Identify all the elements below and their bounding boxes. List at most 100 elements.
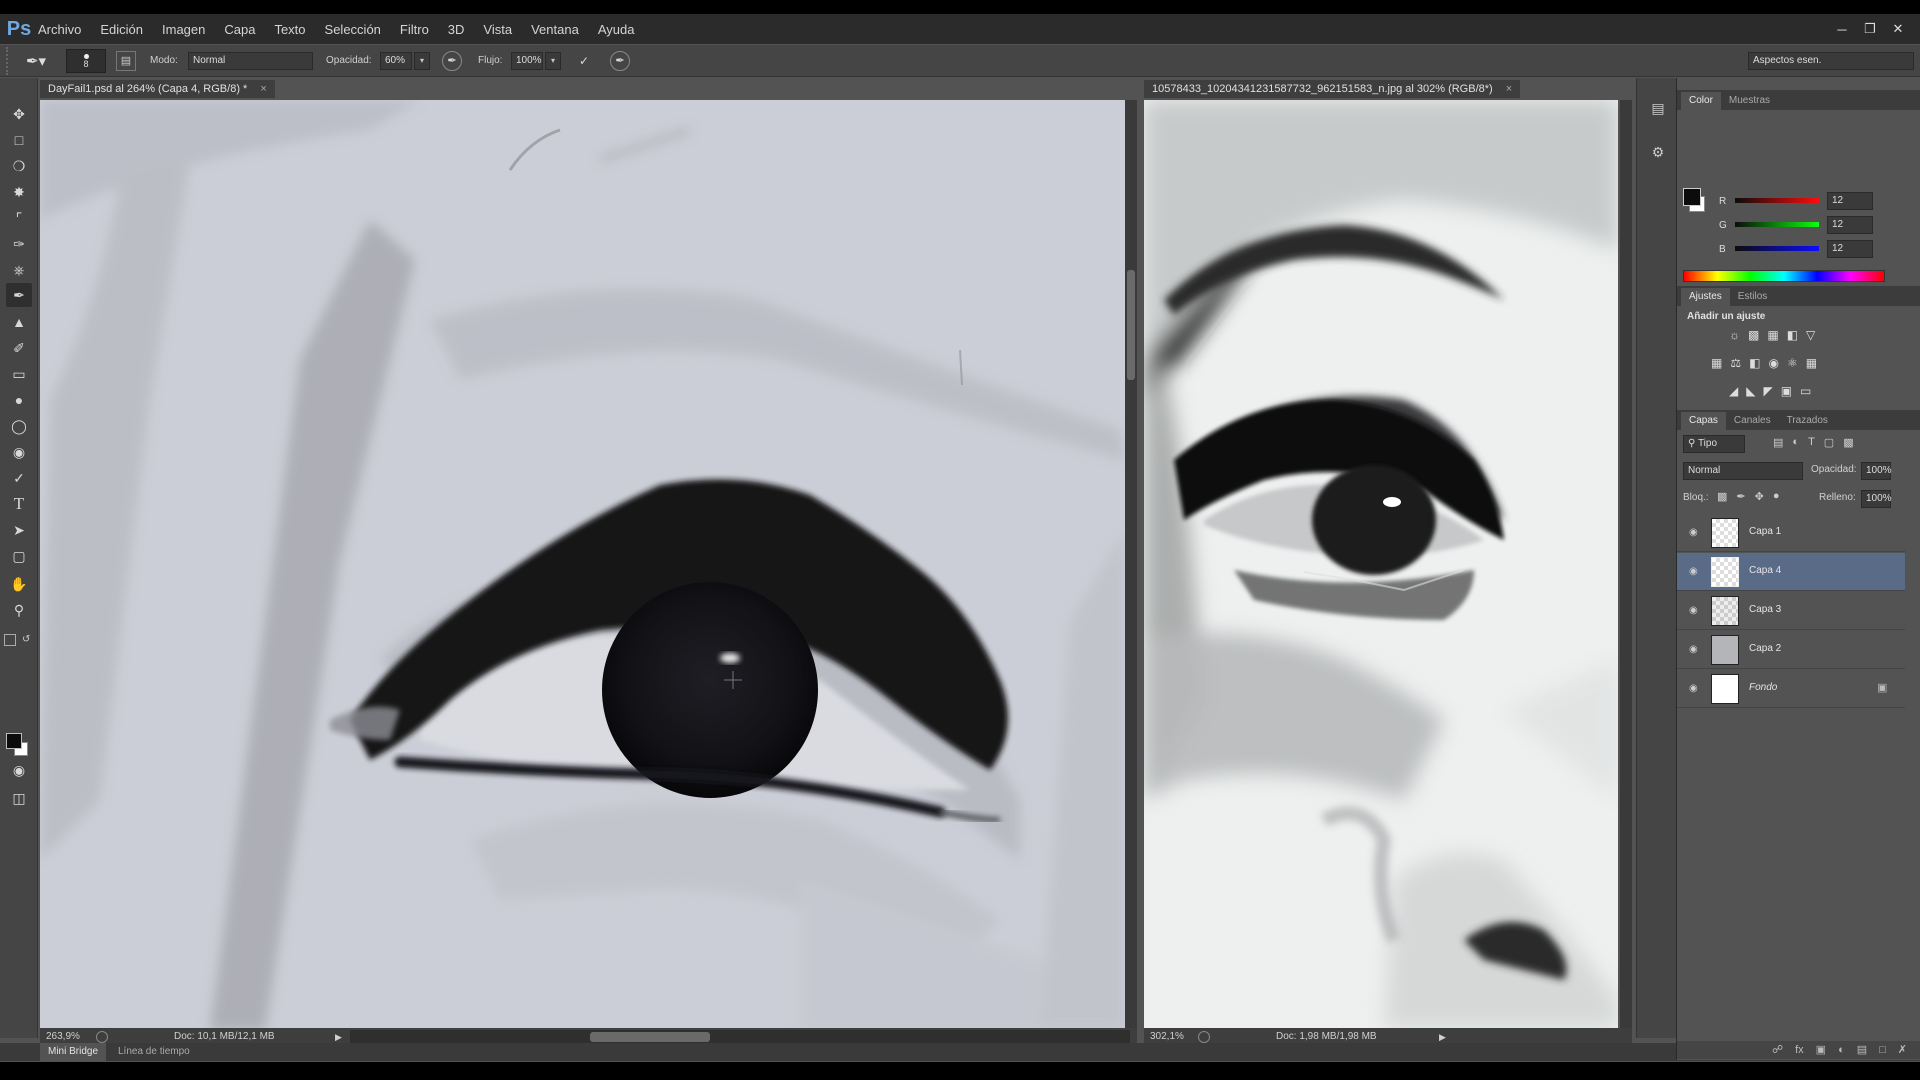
curves-icon[interactable]: ▦: [1767, 328, 1778, 342]
flow-input[interactable]: 100%: [511, 52, 543, 70]
foreground-color-swatch[interactable]: [6, 733, 22, 749]
color-spectrum-bar[interactable]: [1683, 270, 1885, 282]
new-adjustment-icon[interactable]: ◐: [1838, 1041, 1845, 1059]
channel-r-input[interactable]: 12: [1827, 192, 1873, 210]
tab-paths[interactable]: Trazados: [1779, 412, 1836, 430]
tab-adjustments[interactable]: Ajustes: [1681, 288, 1730, 306]
layer-row[interactable]: ◉ Fondo ▣: [1677, 670, 1905, 708]
new-group-icon[interactable]: ▤: [1857, 1041, 1867, 1059]
hue-saturation-icon[interactable]: ▦: [1711, 356, 1722, 370]
left-vertical-scrollbar[interactable]: [1125, 100, 1137, 1028]
lock-pixels-icon[interactable]: ✒: [1736, 490, 1745, 503]
channel-b-slider[interactable]: [1735, 246, 1819, 251]
move-tool-icon[interactable]: ✥: [6, 102, 32, 126]
pressure-size-icon[interactable]: ✒: [610, 51, 630, 71]
canvas-left[interactable]: [40, 100, 1125, 1028]
photo-filter-icon[interactable]: ◉: [1768, 356, 1778, 370]
layer-row-selected[interactable]: ◉ Capa 4: [1677, 553, 1905, 591]
channel-mixer-icon[interactable]: ⚛: [1787, 356, 1798, 370]
invert-icon[interactable]: ◢: [1729, 384, 1738, 398]
paint-bucket-tool-icon[interactable]: ●: [6, 388, 32, 412]
tab-color[interactable]: Color: [1681, 92, 1721, 110]
mini-bridge-tab[interactable]: Mini Bridge: [40, 1043, 107, 1061]
brush-tool-icon[interactable]: ✒: [6, 283, 32, 307]
channel-g-slider[interactable]: [1735, 222, 1819, 227]
menu-ventana[interactable]: Ventana: [531, 22, 579, 37]
left-status-info-icon[interactable]: [96, 1031, 108, 1043]
opacity-dropdown-icon[interactable]: ▾: [414, 52, 430, 70]
filter-smart-object-icon[interactable]: ▩: [1843, 436, 1853, 449]
visibility-eye-icon[interactable]: ◉: [1689, 644, 1703, 656]
menu-archivo[interactable]: Archivo: [38, 22, 81, 37]
hand-tool-icon[interactable]: ✋: [6, 572, 32, 596]
eraser-tool-icon[interactable]: ▭: [6, 362, 32, 386]
close-tab-icon[interactable]: ×: [260, 83, 266, 95]
lock-position-icon[interactable]: ✥: [1755, 490, 1764, 503]
pressure-opacity-icon[interactable]: ✒: [442, 51, 462, 71]
menu-vista[interactable]: Vista: [483, 22, 512, 37]
levels-icon[interactable]: ▩: [1748, 328, 1759, 342]
quick-selection-tool-icon[interactable]: ✸: [6, 180, 32, 204]
tab-swatches[interactable]: Muestras: [1721, 92, 1778, 110]
type-tool-icon[interactable]: T: [6, 492, 32, 516]
layer-row[interactable]: ◉ Capa 2: [1677, 631, 1905, 669]
color-balance-icon[interactable]: ⚖: [1730, 356, 1741, 370]
pen-tool-icon[interactable]: ✓: [6, 466, 32, 490]
quick-mask-icon[interactable]: ◉: [6, 758, 32, 782]
link-layers-icon[interactable]: ☍: [1772, 1041, 1783, 1059]
blend-mode-select[interactable]: Normal: [1683, 462, 1803, 480]
doc-tab-right[interactable]: 10578433_10204341231587732_962151583_n.j…: [1144, 80, 1520, 98]
visibility-eye-icon[interactable]: ◉: [1689, 605, 1703, 617]
fill-input[interactable]: 100%: [1861, 490, 1892, 508]
clone-stamp-tool-icon[interactable]: ▲: [6, 310, 32, 334]
layer-opacity-input[interactable]: 100%: [1861, 462, 1892, 480]
canvas-right[interactable]: [1144, 100, 1618, 1028]
lock-all-icon[interactable]: ●: [1773, 490, 1780, 503]
path-selection-tool-icon[interactable]: ➤: [6, 518, 32, 542]
marquee-tool-icon[interactable]: □: [6, 128, 32, 152]
restore-icon[interactable]: ❐: [1856, 18, 1884, 40]
lasso-tool-icon[interactable]: ❍: [6, 154, 32, 178]
color-fg-swatch[interactable]: [1683, 188, 1701, 206]
new-layer-icon[interactable]: □: [1879, 1041, 1886, 1059]
menu-seleccion[interactable]: Selección: [325, 22, 381, 37]
airbrush-icon[interactable]: ✓: [574, 51, 594, 71]
posterize-icon[interactable]: ◣: [1746, 384, 1755, 398]
layer-row[interactable]: ◉ Capa 3: [1677, 592, 1905, 630]
crop-tool-icon[interactable]: ⌜: [6, 206, 32, 230]
history-brush-tool-icon[interactable]: ✐: [6, 336, 32, 360]
vibrance-icon[interactable]: ▽: [1806, 328, 1815, 342]
mode-select[interactable]: Normal: [188, 52, 313, 70]
zoom-tool-icon[interactable]: ⚲: [6, 598, 32, 622]
doc-tab-left[interactable]: DayFail1.psd al 264% (Capa 4, RGB/8) * ×: [40, 80, 275, 98]
black-white-icon[interactable]: ◧: [1749, 356, 1760, 370]
delete-layer-icon[interactable]: ✗: [1898, 1041, 1907, 1059]
left-vscroll-thumb[interactable]: [1127, 270, 1135, 380]
right-vertical-scrollbar[interactable]: [1620, 100, 1632, 1028]
menu-ayuda[interactable]: Ayuda: [598, 22, 635, 37]
threshold-icon[interactable]: ◤: [1763, 384, 1772, 398]
opacity-input[interactable]: 60%: [380, 52, 412, 70]
visibility-eye-icon[interactable]: ◉: [1689, 527, 1703, 539]
exposure-icon[interactable]: ◧: [1787, 328, 1798, 342]
flow-dropdown-icon[interactable]: ▾: [545, 52, 561, 70]
filter-adjustment-icon[interactable]: ◐: [1792, 436, 1799, 449]
color-lookup-icon[interactable]: ▦: [1806, 356, 1817, 370]
layer-filter-select[interactable]: ⚲ Tipo: [1683, 435, 1745, 453]
layer-style-icon[interactable]: fx: [1795, 1041, 1804, 1059]
filter-pixel-icon[interactable]: ▤: [1773, 436, 1783, 449]
default-colors-icon[interactable]: [4, 634, 16, 646]
channel-g-input[interactable]: 12: [1827, 216, 1873, 234]
channel-b-input[interactable]: 12: [1827, 240, 1873, 258]
rectangle-tool-icon[interactable]: ▢: [6, 544, 32, 568]
properties-panel-icon[interactable]: ⚙: [1647, 144, 1669, 166]
brush-tool-preset-icon[interactable]: ✒▾: [20, 51, 52, 71]
menu-capa[interactable]: Capa: [224, 22, 255, 37]
brush-size-picker[interactable]: 8: [66, 49, 106, 73]
filter-type-icon[interactable]: T: [1808, 436, 1815, 449]
tab-channels[interactable]: Canales: [1726, 412, 1779, 430]
close-tab-icon[interactable]: ×: [1506, 83, 1512, 95]
eyedropper-tool-icon[interactable]: ✑: [6, 232, 32, 256]
workspace-select[interactable]: Aspectos esen.: [1748, 52, 1914, 70]
timeline-tab[interactable]: Línea de tiempo: [118, 1043, 190, 1061]
